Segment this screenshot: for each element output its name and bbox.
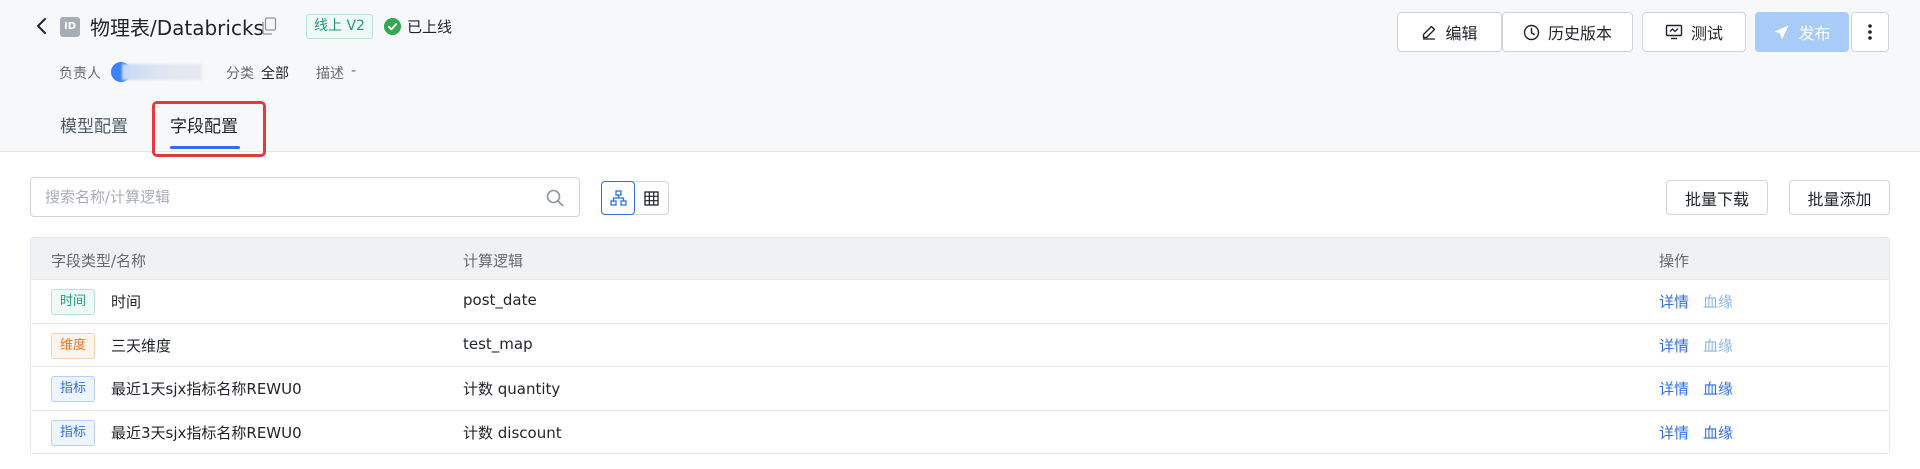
- check-circle-icon: [384, 18, 401, 35]
- detail-link[interactable]: 详情: [1659, 335, 1689, 356]
- fields-table: 字段类型/名称 计算逻辑 操作 时间 时间 post_date 详情 血缘 维度…: [30, 237, 1890, 454]
- lineage-link[interactable]: 血缘: [1703, 291, 1733, 312]
- field-type-badge: 指标: [51, 376, 96, 402]
- field-name: 时间: [111, 293, 142, 311]
- active-tab-indicator: [170, 146, 240, 149]
- field-type-badge: 指标: [51, 419, 96, 446]
- owner-name-redacted: [122, 64, 202, 80]
- clock-icon: [1523, 24, 1540, 40]
- detail-link[interactable]: 详情: [1659, 378, 1689, 399]
- field-name: 三天维度: [111, 336, 172, 355]
- copy-icon[interactable]: [261, 17, 277, 35]
- monitor-icon: [1665, 24, 1683, 40]
- category-value: 全部: [261, 66, 289, 82]
- publish-button[interactable]: 发布: [1755, 12, 1849, 52]
- more-vertical-icon: [1868, 24, 1872, 40]
- column-header-actions: 操作: [1659, 252, 1690, 270]
- test-button[interactable]: 测试: [1642, 12, 1746, 52]
- table-row: 时间 时间 post_date 详情 血缘: [31, 280, 1889, 324]
- table-row: 指标 最近3天sjx指标名称REWU0 计数 discount 详情 血缘: [31, 410, 1889, 453]
- grid-view-button[interactable]: [635, 182, 668, 214]
- search-icon[interactable]: [545, 188, 565, 208]
- description-label: 描述: [316, 66, 344, 82]
- detail-link[interactable]: 详情: [1659, 422, 1689, 443]
- page-title: 物理表/Databricks: [90, 16, 264, 40]
- more-button[interactable]: [1851, 12, 1889, 52]
- lineage-link[interactable]: 血缘: [1703, 422, 1733, 443]
- publish-button-label: 发布: [1798, 24, 1831, 43]
- field-type-badge: 维度: [51, 332, 96, 359]
- column-header-type-name: 字段类型/名称: [51, 252, 147, 270]
- owner-label: 负责人: [59, 66, 101, 82]
- pencil-icon: [1423, 25, 1436, 40]
- history-button-label: 历史版本: [1547, 24, 1612, 43]
- status-text: 已上线: [407, 18, 453, 36]
- test-button-label: 测试: [1690, 24, 1723, 43]
- table-row: 指标 最近1天sjx指标名称REWU0 计数 quantity 详情 血缘: [31, 367, 1889, 411]
- grid-icon: [644, 190, 659, 206]
- field-logic: 计数 quantity: [463, 380, 561, 398]
- history-button[interactable]: 历史版本: [1502, 12, 1633, 52]
- field-name: 最近3天sjx指标名称REWU0: [111, 423, 302, 442]
- column-header-logic: 计算逻辑: [463, 252, 524, 270]
- tab-model-config[interactable]: 模型配置: [60, 112, 128, 137]
- version-tag: 线上 V2: [306, 14, 373, 39]
- edit-button-label: 编辑: [1445, 24, 1478, 43]
- table-header: 字段类型/名称 计算逻辑 操作: [31, 238, 1889, 280]
- lineage-link[interactable]: 血缘: [1703, 378, 1733, 399]
- batch-add-button[interactable]: 批量添加: [1789, 180, 1890, 215]
- batch-download-button[interactable]: 批量下载: [1666, 180, 1768, 215]
- field-logic: test_map: [463, 334, 533, 353]
- view-toggle: [601, 181, 669, 215]
- search-input[interactable]: [45, 178, 525, 216]
- field-logic: post_date: [463, 291, 537, 309]
- edit-button[interactable]: 编辑: [1397, 12, 1502, 52]
- lineage-link[interactable]: 血缘: [1703, 335, 1733, 356]
- send-icon: [1774, 25, 1789, 39]
- field-type-badge: 时间: [51, 289, 96, 315]
- chevron-left-icon[interactable]: [30, 14, 54, 38]
- table-row: 维度 三天维度 test_map 详情 血缘: [31, 323, 1889, 367]
- field-logic: 计数 discount: [463, 423, 562, 442]
- search-box: [30, 177, 580, 217]
- tab-field-config[interactable]: 字段配置: [170, 112, 238, 137]
- category-label: 分类: [226, 66, 254, 82]
- detail-link[interactable]: 详情: [1659, 291, 1689, 312]
- hierarchy-icon: [609, 190, 627, 206]
- tree-view-button[interactable]: [601, 181, 636, 215]
- description-value: -: [351, 63, 357, 79]
- table-type-icon: ID: [60, 17, 80, 37]
- field-name: 最近1天sjx指标名称REWU0: [111, 380, 302, 398]
